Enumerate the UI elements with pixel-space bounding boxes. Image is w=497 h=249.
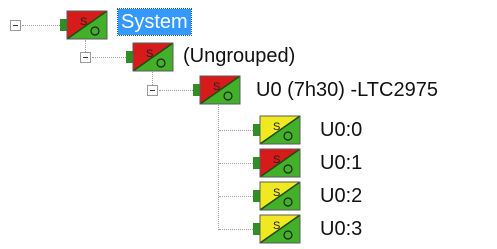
tree-connector: [85, 40, 86, 52]
tree-connector: [219, 196, 253, 197]
minus-icon: [83, 57, 88, 58]
svg-text:S: S: [273, 121, 280, 133]
tree-node-device[interactable]: U0 (7h30) -LTC2975: [256, 77, 438, 103]
tree-connector: [219, 130, 253, 131]
tree-connector: [219, 163, 253, 164]
status-red-green-icon: S: [126, 42, 174, 72]
tree-node-ungrouped[interactable]: (Ungrouped): [183, 43, 295, 69]
status-yellow-green-icon: S: [253, 214, 301, 244]
node-icon-channel-0[interactable]: S: [253, 115, 305, 145]
node-icon-channel-3[interactable]: S: [253, 214, 305, 244]
status-red-green-icon: S: [193, 75, 241, 105]
collapse-toggle-device[interactable]: [147, 85, 158, 96]
tree-connector: [218, 105, 219, 230]
collapse-toggle-system[interactable]: [10, 20, 21, 31]
status-yellow-green-icon: S: [253, 115, 301, 145]
node-icon-device[interactable]: S: [193, 75, 245, 105]
tree-node-channel-1[interactable]: U0:1: [320, 150, 362, 176]
tree-connector: [159, 90, 193, 91]
svg-text:S: S: [80, 16, 87, 28]
tree-node-channel-3[interactable]: U0:3: [320, 216, 362, 242]
tree-view: S System S (Ungrouped) S U0 (7h30) -LTC2…: [0, 0, 497, 249]
collapse-toggle-ungrouped[interactable]: [80, 52, 91, 63]
minus-icon: [13, 25, 18, 26]
tree-node-system[interactable]: System: [117, 8, 192, 36]
svg-text:S: S: [273, 154, 280, 166]
tree-node-channel-2[interactable]: U0:2: [320, 183, 362, 209]
svg-text:S: S: [146, 48, 153, 60]
node-icon-channel-2[interactable]: S: [253, 181, 305, 211]
node-icon-system[interactable]: S: [60, 10, 112, 40]
tree-connector: [219, 229, 253, 230]
status-yellow-green-icon: S: [253, 181, 301, 211]
svg-text:S: S: [213, 81, 220, 93]
minus-icon: [150, 90, 155, 91]
status-red-green-icon: S: [60, 10, 108, 40]
node-icon-channel-1[interactable]: S: [253, 148, 305, 178]
tree-connector: [22, 25, 60, 26]
svg-text:S: S: [273, 220, 280, 232]
tree-node-channel-0[interactable]: U0:0: [320, 117, 362, 143]
status-red-green-icon: S: [253, 148, 301, 178]
node-icon-ungrouped[interactable]: S: [126, 42, 178, 72]
tree-connector: [92, 57, 126, 58]
tree-connector: [152, 72, 153, 85]
svg-text:S: S: [273, 187, 280, 199]
